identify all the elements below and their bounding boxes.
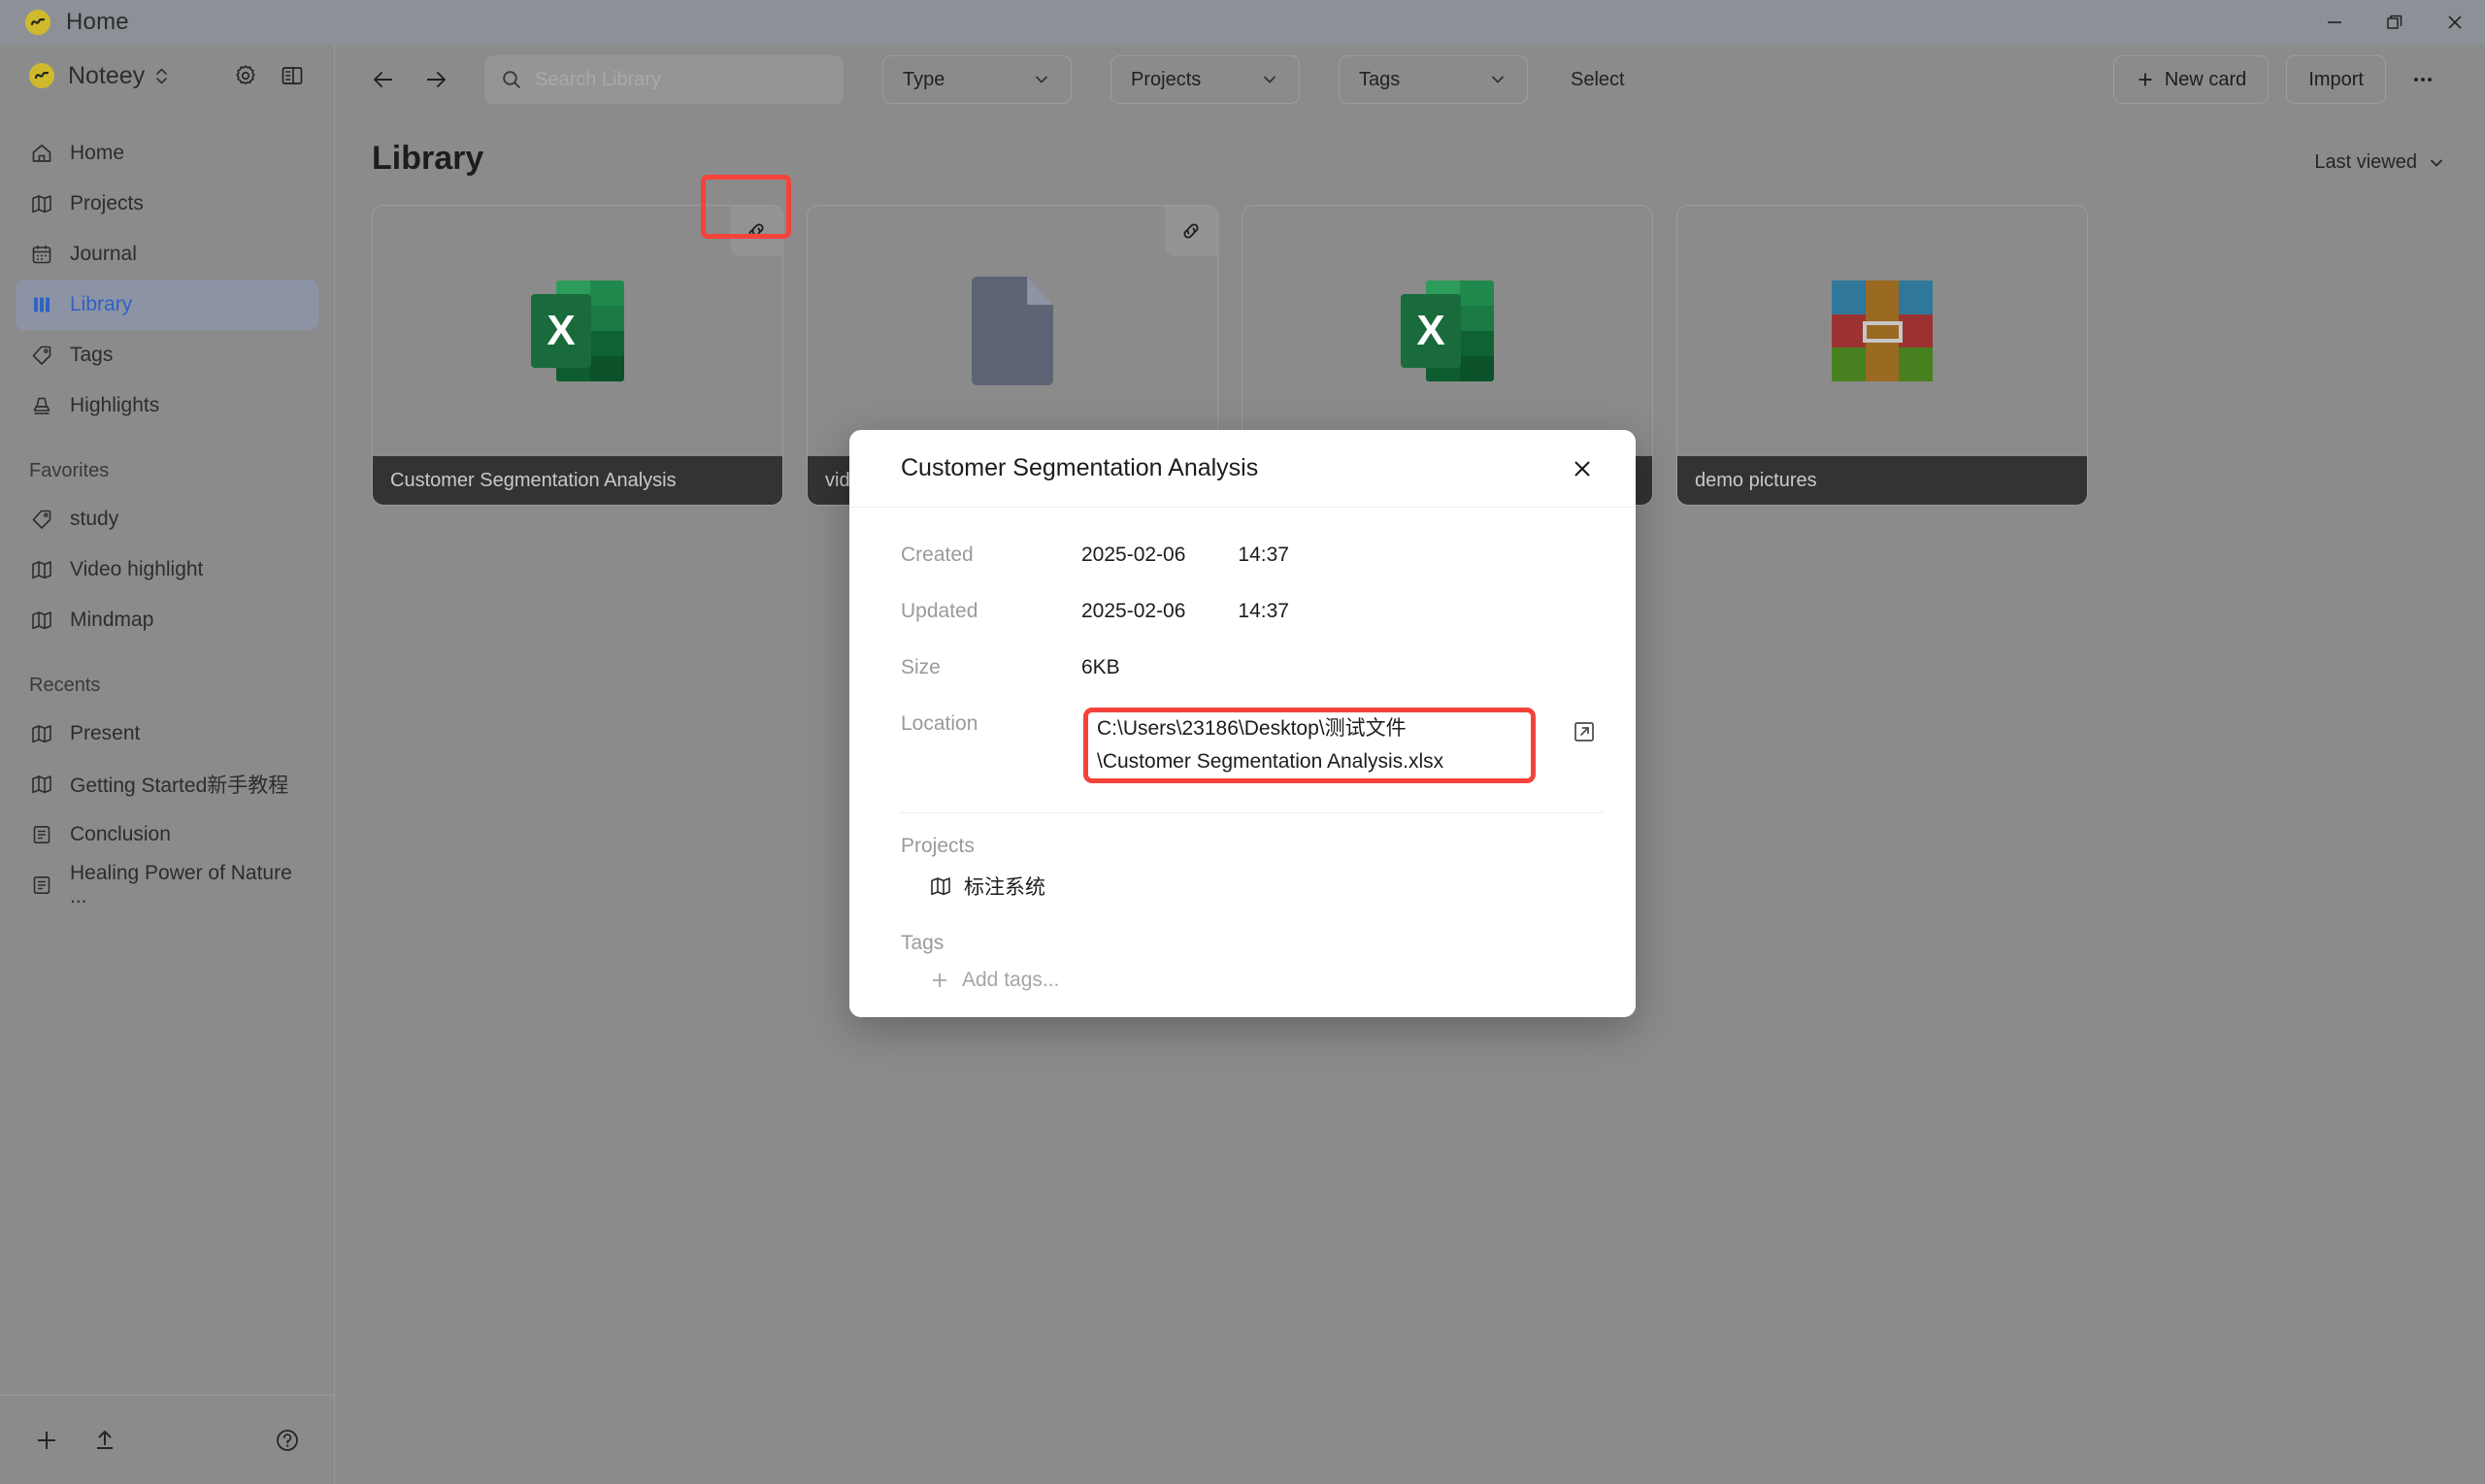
tags-list: Add tags... [849,955,1636,992]
file-details-modal: Customer Segmentation Analysis Created 2… [849,430,1636,1017]
external-link-icon[interactable] [1566,713,1603,750]
map-icon [929,874,952,898]
app-window: Home Noteey Home Projects Journal Librar… [0,0,2485,1484]
created-row: Created 2025-02-06 14:37 [849,535,1636,591]
modal-title: Customer Segmentation Analysis [901,454,1259,481]
size-row: Size 6KB [849,647,1636,704]
size-value: 6KB [1081,656,1120,678]
updated-row: Updated 2025-02-06 14:37 [849,591,1636,647]
tags-label: Tags [901,932,944,954]
plus-icon [929,970,950,991]
close-icon[interactable] [1562,448,1603,489]
project-chip-label: 标注系统 [964,876,1045,899]
created-time: 14:37 [1238,544,1289,566]
projects-list: 标注系统 [849,858,1636,901]
project-chip[interactable]: 标注系统 [929,872,1045,901]
updated-date: 2025-02-06 [1081,600,1186,622]
location-row: Location C:\Users\23186\Desktop\测试文件\Cus… [849,704,1636,793]
location-label: Location [901,712,978,735]
location-value: C:\Users\23186\Desktop\测试文件\Customer Seg… [1081,704,1603,787]
updated-label: Updated [901,600,978,622]
created-date: 2025-02-06 [1081,544,1186,566]
updated-time: 14:37 [1238,600,1289,622]
created-label: Created [901,544,974,566]
add-tags-label: Add tags... [962,969,1060,991]
add-tags-button[interactable]: Add tags... [929,969,1059,992]
updated-value: 2025-02-06 14:37 [1081,591,1289,623]
projects-label: Projects [901,835,975,857]
created-value: 2025-02-06 14:37 [1081,535,1289,567]
modal-body: Created 2025-02-06 14:37 Updated 2025-02… [849,508,1636,1017]
size-label: Size [901,656,941,678]
modal-location-path[interactable]: C:\Users\23186\Desktop\测试文件\Customer Seg… [1081,704,1505,787]
modal-header: Customer Segmentation Analysis [849,430,1636,508]
